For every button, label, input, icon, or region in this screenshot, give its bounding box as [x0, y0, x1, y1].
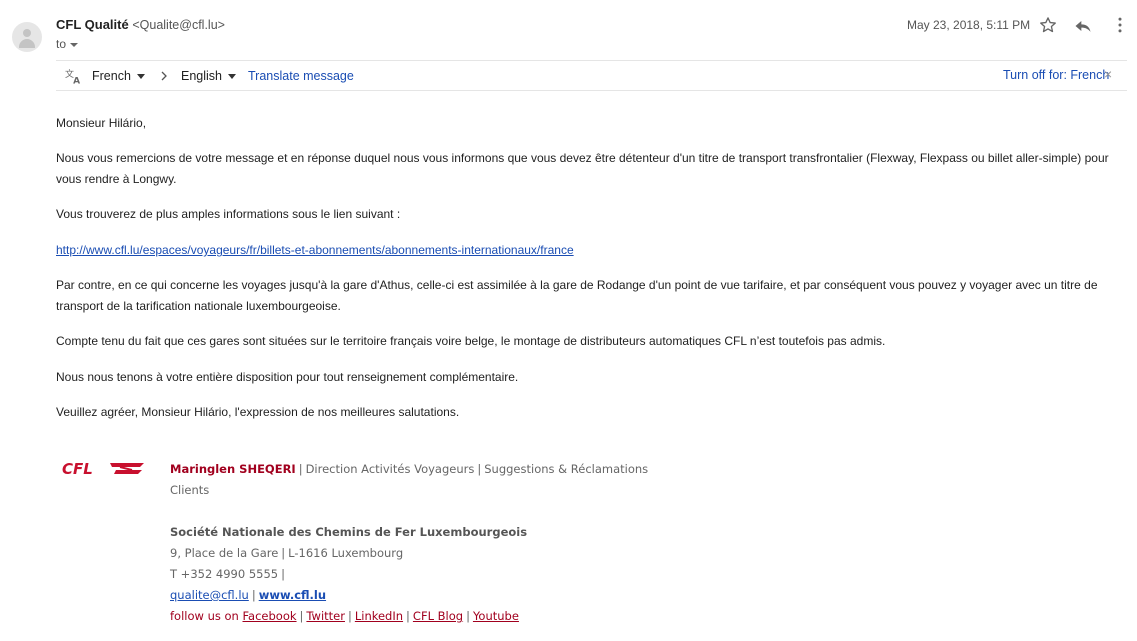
- separator: |: [466, 609, 470, 623]
- chevron-down-icon: [228, 73, 236, 79]
- translate-icon: 文 A: [65, 68, 80, 85]
- translate-bar: 文 A French English Translate message Tur…: [56, 60, 1127, 91]
- link-line: http://www.cfl.lu/espaces/voyageurs/fr/b…: [56, 240, 1116, 261]
- signature-phone-line: T +352 4990 5555 |: [170, 567, 288, 581]
- signature-company: Société Nationale des Chemins de Fer Lux…: [170, 525, 528, 539]
- separator: |: [406, 609, 410, 623]
- signature-phone: T +352 4990 5555: [170, 567, 279, 581]
- signature-team-cont: Clients: [170, 483, 210, 497]
- reply-icon[interactable]: [1073, 16, 1093, 36]
- separator: |: [298, 462, 303, 476]
- paragraph-1: Nous vous remercions de votre message et…: [56, 151, 1109, 186]
- signature-address-2: L-1616 Luxembourg: [288, 546, 404, 560]
- source-language-label: French: [92, 69, 131, 83]
- separator: |: [299, 609, 304, 623]
- separator: |: [251, 588, 256, 602]
- separator: |: [477, 462, 482, 476]
- translate-message-link[interactable]: Translate message: [248, 69, 354, 83]
- facebook-link[interactable]: Facebook: [243, 609, 297, 623]
- signature-social-line: follow us on Facebook | Twitter | LinkedIn | C…: [170, 609, 519, 623]
- recipients-toggle[interactable]: to: [56, 37, 79, 51]
- avatar-icon[interactable]: [12, 22, 42, 52]
- target-language-select[interactable]: English: [181, 69, 236, 83]
- signature-address-1: 9, Place de la Gare: [170, 546, 279, 560]
- youtube-link[interactable]: Youtube: [473, 609, 519, 623]
- linkedin-link[interactable]: LinkedIn: [355, 609, 403, 623]
- cfl-blog-link[interactable]: CFL Blog: [413, 609, 463, 623]
- signature-name: Maringlen SHEQERI: [170, 462, 296, 476]
- cfl-logo: CFL: [62, 460, 144, 477]
- greeting: Monsieur Hilário,: [56, 116, 147, 130]
- signature-department: Direction Activités Voyageurs: [305, 462, 475, 476]
- turn-off-translation-link[interactable]: Turn off for: French: [1003, 68, 1109, 82]
- separator: |: [281, 546, 286, 560]
- sender-email: <Qualite@cfl.lu>: [132, 18, 225, 32]
- chevron-down-icon: [136, 73, 145, 79]
- source-language-select[interactable]: French: [92, 69, 145, 83]
- signature-website-link[interactable]: www.cfl.lu: [259, 588, 326, 602]
- signature-name-line: Maringlen SHEQERI | Direction Activités Vo…: [170, 462, 648, 476]
- more-vert-icon[interactable]: [1110, 15, 1130, 35]
- paragraph-2: Vous trouverez de plus amples informatio…: [56, 207, 401, 221]
- paragraph-3: Par contre, en ce qui concerne les voyag…: [56, 278, 1098, 313]
- cfl-logo-text: CFL: [62, 460, 93, 477]
- email-date: May 23, 2018, 5:11 PM: [907, 18, 1031, 32]
- avatar-head: [23, 29, 31, 37]
- paragraph-6: Veuillez agréer, Monsieur Hilário, l'exp…: [56, 405, 460, 419]
- close-icon[interactable]: ×: [1104, 66, 1112, 82]
- sender: CFL Qualité <Qualite@cfl.lu>: [56, 17, 225, 32]
- to-label: to: [56, 37, 67, 51]
- signature-email-link[interactable]: qualite@cfl.lu: [170, 588, 249, 602]
- separator: |: [347, 609, 352, 623]
- twitter-link[interactable]: Twitter: [306, 609, 345, 623]
- paragraph-4: Compte tenu du fait que ces gares sont s…: [56, 334, 886, 348]
- signature-contact-line: qualite@cfl.lu | www.cfl.lu: [170, 588, 326, 602]
- info-link[interactable]: http://www.cfl.lu/espaces/voyageurs/fr/b…: [56, 243, 574, 257]
- paragraph-5: Nous nous tenons à votre entière disposi…: [56, 370, 519, 384]
- star-icon[interactable]: [1038, 15, 1058, 35]
- target-language-label: English: [181, 69, 222, 83]
- chevron-down-icon: [70, 43, 79, 47]
- svg-text:A: A: [73, 76, 80, 85]
- separator: |: [281, 567, 285, 581]
- sender-name[interactable]: CFL Qualité: [56, 17, 129, 32]
- follow-label: follow us on: [170, 609, 239, 623]
- chevron-right-icon: [161, 71, 167, 81]
- avatar-body: [19, 39, 35, 48]
- signature-team: Suggestions & Réclamations: [484, 462, 649, 476]
- signature-address: 9, Place de la Gare | L-1616 Luxembourg: [170, 546, 403, 560]
